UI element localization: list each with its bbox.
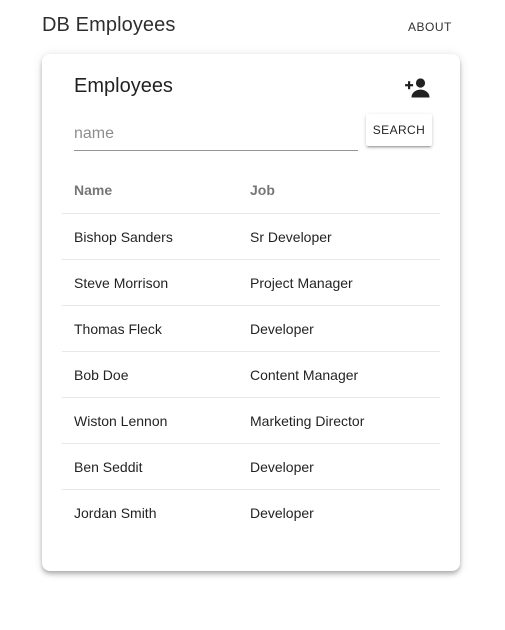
- employees-table: Name Job Bishop Sanders Sr Developer Ste…: [62, 166, 440, 536]
- employee-job: Developer: [250, 505, 314, 521]
- employee-job: Developer: [250, 458, 314, 475]
- table-row[interactable]: Steve Morrison Project Manager: [62, 260, 440, 306]
- app-title: DB Employees: [42, 14, 176, 36]
- search-button[interactable]: SEARCH: [366, 114, 432, 146]
- employee-name: Bob Doe: [74, 366, 129, 383]
- employee-job: Marketing Director: [250, 412, 365, 429]
- employee-job: Content Manager: [250, 366, 359, 383]
- employee-name: Jordan Smith: [74, 505, 157, 521]
- employee-name: Ben Seddit: [74, 458, 143, 475]
- column-header-name: Name: [74, 181, 113, 198]
- add-employee-button[interactable]: [402, 72, 434, 104]
- top-bar: DB Employees ABOUT: [0, 0, 505, 54]
- table-row[interactable]: Thomas Fleck Developer: [62, 306, 440, 352]
- employee-job: Developer: [250, 320, 314, 337]
- table-row[interactable]: Jordan Smith Developer: [62, 490, 440, 536]
- search-field: [74, 118, 358, 151]
- about-link[interactable]: ABOUT: [398, 18, 462, 36]
- employee-job: Sr Developer: [250, 228, 332, 245]
- table-row[interactable]: Wiston Lennon Marketing Director: [62, 398, 440, 444]
- employee-job: Project Manager: [250, 274, 353, 291]
- card-title: Employees: [74, 75, 173, 97]
- column-header-job: Job: [250, 181, 275, 198]
- table-row[interactable]: Bob Doe Content Manager: [62, 352, 440, 398]
- table-row[interactable]: Ben Seddit Developer: [62, 444, 440, 490]
- table-row[interactable]: Bishop Sanders Sr Developer: [62, 214, 440, 260]
- table-header-row: Name Job: [62, 166, 440, 214]
- employees-card: Employees SEARCH Name Job Bishop Sanders…: [42, 54, 460, 571]
- search-input[interactable]: [74, 118, 358, 148]
- employee-name: Steve Morrison: [74, 274, 169, 291]
- employee-name: Thomas Fleck: [74, 320, 162, 337]
- employee-name: Bishop Sanders: [74, 228, 173, 245]
- employee-name: Wiston Lennon: [74, 412, 168, 429]
- person-add-icon: [405, 78, 430, 98]
